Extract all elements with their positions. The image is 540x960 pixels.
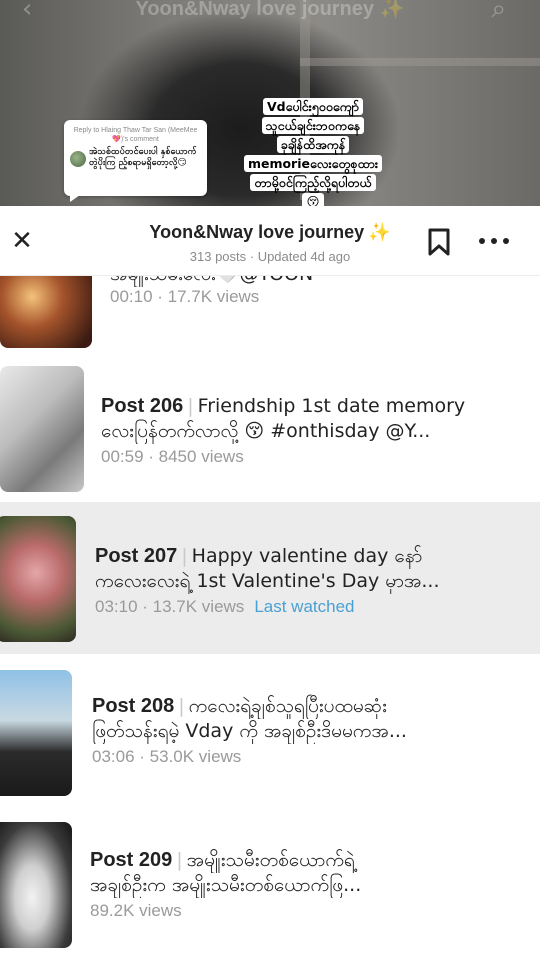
playlist-subtitle: 313 posts · Updated 4d ago — [189, 249, 351, 264]
playlist-title-text: Yoon&Nway love journey — [149, 222, 365, 242]
wall-shelf — [300, 58, 540, 66]
caption-line: memorieလေးတွေစုထား — [243, 155, 383, 172]
post-number: Post 206 — [101, 395, 184, 417]
reply-header: Reply to Hlaing Thaw Tar San (MeeMee💖)'s… — [73, 127, 198, 143]
playlist-sheet: ✕ Yoon&Nway love journey ✨ 313 posts · Up… — [0, 206, 540, 960]
video-thumbnail[interactable] — [0, 516, 76, 642]
caption-line: ခုချိန်ထိအကုန် — [276, 136, 350, 153]
sparkle-icon: ✨ — [368, 222, 391, 242]
search-icon[interactable]: ⌕ — [491, 0, 506, 25]
post-meta: 03:10 · 13.7K views — [95, 597, 245, 616]
video-thumbnail[interactable] — [0, 822, 72, 948]
bookmark-icon[interactable] — [427, 228, 451, 256]
playlist-title: Yoon&Nway love journey ✨ — [0, 222, 540, 243]
post-description-line2: ဖြတ်သန်းရမဲ့ Vday ကို အချစ်ဦးဒိမမကအ... — [92, 720, 407, 742]
caption-line: Vdပေါင်း၅၀၀ကျော် — [262, 98, 364, 115]
post-meta: 03:06 · 53.0K views — [92, 747, 242, 766]
post-description-line2: အချစ်ဦးက အမျိုးသမီးတစ်ယောက်ဖြ... — [90, 874, 362, 896]
post-description-line2: ကလေးလေးရဲ့ 1st Valentine's Day မှာအ... — [95, 570, 440, 592]
list-item[interactable]: Post 206 | Friendship 1st date memory လေးပ… — [0, 352, 540, 504]
post-description: အမျိုးသမီးလေး🤍@YOON — [110, 276, 526, 287]
post-description: ကလေးရဲ့ချစ်သူရပြီးပထမဆုံး — [188, 695, 387, 717]
post-description: အမျိုးသမီးတစ်ယောက်ရဲ့ — [186, 849, 355, 871]
post-number: Post 208 — [92, 695, 175, 717]
video-caption: Vdပေါင်း၅၀၀ကျော် သူငယ်ချင်းဘဝကနေ ခုချိန်… — [210, 97, 416, 211]
post-description: Happy valentine day နော် — [191, 545, 423, 567]
post-meta: 00:59 · 8450 views — [101, 447, 244, 466]
video-thumbnail[interactable] — [0, 276, 92, 348]
video-title-ghost: Yoon&Nway love journey ✨ — [135, 0, 405, 20]
video-thumbnail[interactable] — [0, 670, 72, 796]
reply-comment-text: အဲသစ်ထပ်တင်ပေးပါ နှစ်ယောက်တွဲပိုးကြ ည့်စ… — [89, 147, 197, 168]
caption-line: တာမို့ဝင်ကြည့်လို့ရပါတယ် — [250, 174, 376, 191]
post-number: Post 209 — [90, 849, 173, 871]
caption-line: သူငယ်ချင်းဘဝကနေ — [261, 117, 365, 134]
playlist-header: ✕ Yoon&Nway love journey ✨ 313 posts · Up… — [0, 206, 540, 276]
posts-list[interactable]: အမျိုးသမီးလေး🤍@YOON 00:10 · 17.7K views … — [0, 276, 540, 960]
video-thumbnail[interactable] — [0, 366, 84, 492]
post-number: Post 207 — [95, 545, 178, 567]
more-options-icon[interactable] — [479, 238, 509, 246]
reply-comment-sticker[interactable]: Reply to Hlaing Thaw Tar San (MeeMee💖)'s… — [64, 120, 207, 202]
list-item[interactable]: Post 209 | အမျိုးသမီးတစ်ယောက်ရဲ့ အချစ်ဦးက … — [0, 806, 540, 958]
list-item[interactable]: အမျိုးသမီးလေး🤍@YOON 00:10 · 17.7K views — [0, 276, 540, 348]
commenter-avatar — [70, 151, 86, 167]
last-watched-label: Last watched — [254, 597, 355, 616]
list-item-active[interactable]: Post 207 | Happy valentine day နော် ကလေးလေ… — [0, 502, 540, 654]
post-meta: 00:10 · 17.7K views — [110, 287, 260, 306]
post-meta: 89.2K views — [90, 901, 182, 920]
list-item[interactable]: Post 208 | ကလေးရဲ့ချစ်သူရပြီးပထမဆုံး ဖြတ်သ… — [0, 654, 540, 806]
post-description: Friendship 1st date memory — [197, 395, 466, 417]
post-description-line2: လေးပြန်တက်လာလို့ 😚 #onthisday @Y... — [101, 420, 431, 442]
